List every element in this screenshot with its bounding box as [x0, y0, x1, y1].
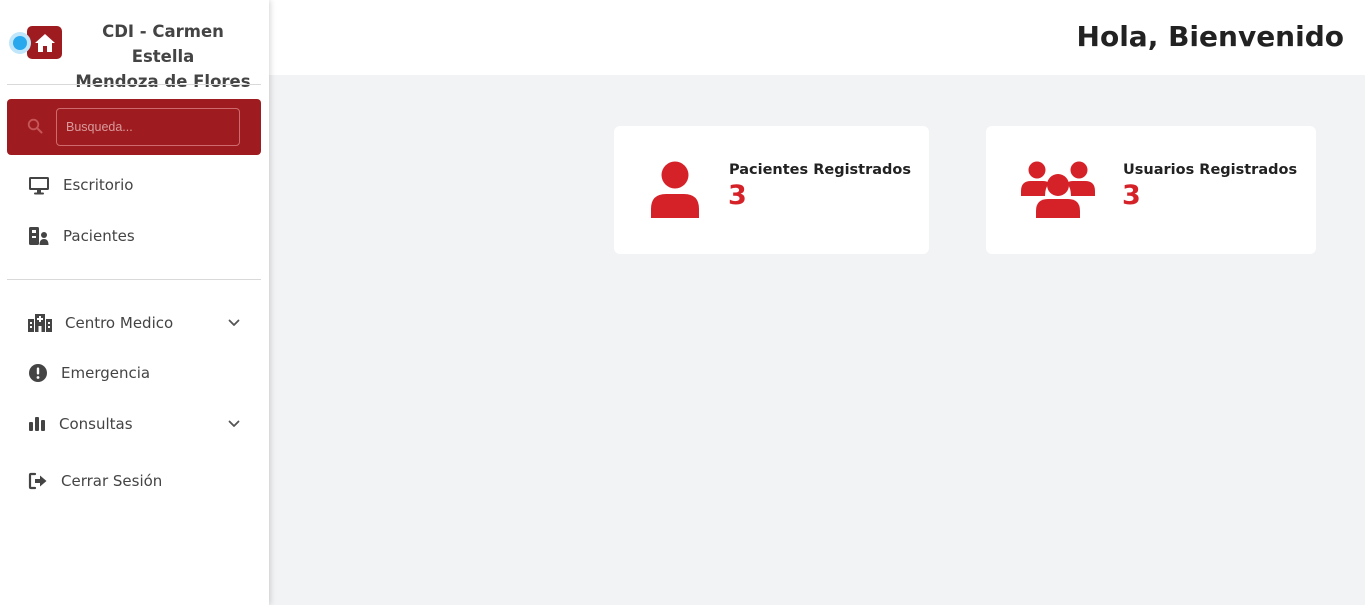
- sidebar-item-consultas[interactable]: Consultas: [7, 404, 261, 444]
- stat-value: 3: [1122, 180, 1141, 211]
- sidebar-item-escritorio[interactable]: Escritorio: [7, 165, 261, 205]
- sidebar-item-pacientes[interactable]: Pacientes: [7, 216, 261, 256]
- stat-label: Usuarios Registrados: [1123, 162, 1298, 178]
- desktop-icon: [27, 174, 51, 196]
- sidebar: CDI - Carmen Estella Mendoza de Flores E…: [0, 0, 269, 605]
- user-icon: [650, 161, 700, 224]
- search-icon: [27, 118, 43, 139]
- chevron-down-icon[interactable]: [228, 415, 240, 433]
- stat-value: 3: [728, 180, 747, 211]
- stat-card-pacientes[interactable]: Pacientes Registrados 3: [614, 126, 929, 254]
- page-title: Hola, Bienvenido: [1076, 20, 1344, 53]
- bar-chart-icon: [25, 413, 49, 435]
- top-bar: Hola, Bienvenido: [269, 0, 1365, 75]
- patient-id-icon: [27, 225, 51, 247]
- users-group-icon: [1021, 161, 1095, 224]
- sidebar-item-cerrar-sesion[interactable]: Cerrar Sesión: [7, 461, 261, 501]
- search-bar: [7, 99, 261, 155]
- sidebar-item-label: Escritorio: [63, 176, 134, 194]
- chevron-down-icon[interactable]: [228, 314, 240, 332]
- hospital-icon: [28, 312, 52, 334]
- sidebar-item-label: Cerrar Sesión: [61, 472, 163, 490]
- stat-label: Pacientes Registrados: [729, 162, 912, 178]
- brand-title-line2: Mendoza de Flores: [75, 72, 251, 91]
- brand-title-line1: CDI - Carmen Estella: [102, 22, 224, 66]
- exclamation-circle-icon: [26, 362, 50, 384]
- sidebar-item-emergencia[interactable]: Emergencia: [7, 353, 261, 393]
- brand-title: CDI - Carmen Estella Mendoza de Flores: [72, 19, 254, 94]
- sidebar-item-centro-medico[interactable]: Centro Medico: [7, 303, 261, 343]
- search-input[interactable]: [56, 108, 240, 146]
- logout-icon: [26, 470, 50, 492]
- divider: [7, 279, 261, 280]
- home-icon[interactable]: [27, 26, 62, 59]
- sidebar-item-label: Emergencia: [61, 364, 151, 382]
- status-dot-icon: [9, 32, 31, 54]
- sidebar-item-label: Consultas: [59, 415, 133, 433]
- stat-card-usuarios[interactable]: Usuarios Registrados 3: [986, 126, 1316, 254]
- brand[interactable]: CDI - Carmen Estella Mendoza de Flores: [0, 0, 269, 91]
- sidebar-item-label: Pacientes: [63, 227, 135, 245]
- sidebar-item-label: Centro Medico: [65, 314, 174, 332]
- divider: [7, 84, 261, 85]
